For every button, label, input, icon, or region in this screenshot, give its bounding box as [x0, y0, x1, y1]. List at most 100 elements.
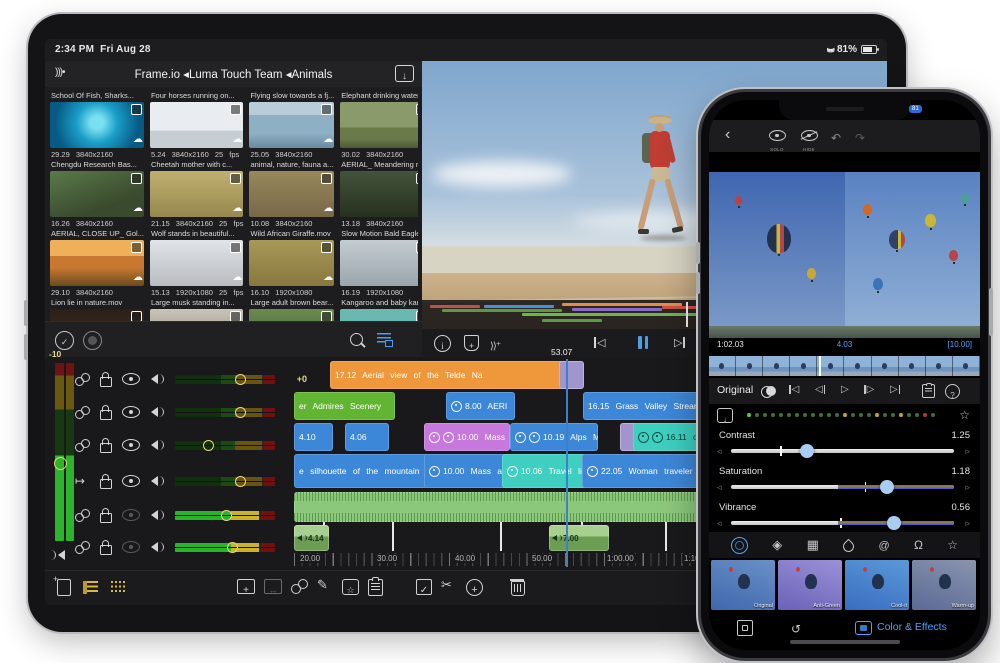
library-item[interactable]: Cheetah mother with c...21.15 3840x2160 … — [149, 158, 244, 228]
select-checkbox[interactable] — [230, 173, 242, 184]
filmstrip-playhead[interactable] — [819, 356, 821, 376]
slider-increment-icon[interactable]: ▹ — [965, 518, 970, 529]
clip-thumbnail[interactable] — [149, 102, 244, 148]
slider-decrement-icon[interactable]: ◃ — [717, 446, 722, 457]
speaker-icon[interactable] — [150, 439, 165, 451]
library-breadcrumb[interactable]: Frame.io ◂Luma Touch Team ◂Animals — [45, 67, 422, 81]
select-checkbox[interactable] — [130, 242, 142, 253]
filmstrip-scrubber[interactable] — [709, 356, 980, 376]
library-item[interactable]: Large musk standing in... — [149, 296, 244, 321]
edit-pencil-icon[interactable] — [317, 576, 328, 594]
select-checkbox[interactable] — [416, 104, 418, 115]
clip-thumbnail[interactable] — [149, 171, 244, 217]
preset-dot[interactable] — [907, 413, 911, 417]
select-checkbox[interactable] — [321, 104, 333, 115]
main-track-icon[interactable] — [75, 472, 90, 490]
lock-icon[interactable] — [100, 540, 112, 555]
record-icon[interactable] — [83, 331, 102, 350]
library-item[interactable]: animal, nature, fauna a...10.08 3840x216… — [249, 158, 335, 228]
library-item[interactable]: AERIAL, CLOSE UP_ Gol...29.10 3840x2160 — [50, 227, 144, 297]
lock-icon[interactable] — [100, 372, 112, 387]
clipboard-icon[interactable] — [368, 577, 383, 596]
clip-thumbnail[interactable] — [249, 309, 335, 321]
slider-thumb[interactable] — [880, 480, 895, 494]
play-button[interactable] — [841, 384, 849, 395]
volume-knob[interactable] — [203, 439, 214, 451]
preset-dot[interactable] — [891, 413, 895, 417]
select-checkbox[interactable] — [321, 173, 333, 184]
volume-knob[interactable] — [227, 541, 238, 553]
select-checkbox[interactable] — [230, 242, 242, 253]
clip-thumbnail[interactable] — [50, 102, 144, 148]
clipboard-icon[interactable] — [922, 382, 935, 398]
speaker-icon[interactable] — [150, 509, 165, 521]
reset-icon[interactable] — [791, 620, 801, 638]
skip-end-button[interactable] — [890, 384, 901, 395]
effects-preset-icon[interactable] — [342, 579, 359, 595]
preset-dot[interactable] — [923, 413, 927, 417]
clip-thumbnail[interactable] — [249, 240, 335, 286]
slider-thumb[interactable] — [800, 444, 815, 458]
track-meter[interactable] — [175, 475, 275, 487]
link-icon[interactable] — [75, 405, 90, 419]
volume-knob[interactable] — [235, 475, 246, 487]
library-item[interactable]: Slow Motion Bald Eagle...16.19 1920x1080 — [340, 227, 418, 297]
slider-decrement-icon[interactable]: ◃ — [717, 482, 722, 493]
select-checkbox[interactable] — [321, 311, 333, 321]
preset-dot[interactable] — [843, 413, 847, 417]
preset-dot[interactable] — [883, 413, 887, 417]
preset-dot-strip[interactable] — [709, 404, 980, 428]
preset-dot[interactable] — [763, 413, 767, 417]
speaker-icon[interactable] — [150, 373, 165, 385]
preset-dot[interactable] — [771, 413, 775, 417]
preset-dot[interactable] — [755, 413, 759, 417]
clip-thumbnail[interactable] — [50, 240, 144, 286]
library-item[interactable]: Four horses running on...5.24 3840x2160 … — [149, 89, 244, 159]
link-icon[interactable] — [75, 508, 90, 522]
multi-select-icon[interactable] — [55, 331, 74, 350]
split-scissors-icon[interactable] — [441, 576, 452, 594]
tab-favorites-icon[interactable] — [947, 536, 958, 554]
clip-thumbnail[interactable] — [149, 309, 244, 321]
track-meter[interactable] — [175, 541, 275, 553]
track-meter[interactable] — [175, 373, 275, 385]
library-item[interactable]: AERIAL_ Meandering riv...13.18 3840x2160 — [340, 158, 418, 228]
select-checkbox[interactable] — [321, 242, 333, 253]
search-icon[interactable] — [350, 333, 363, 346]
select-checkbox[interactable] — [416, 173, 418, 184]
preset-thumb[interactable]: Anti-Green — [778, 560, 842, 610]
library-item[interactable]: Lion lie in nature.mov — [50, 296, 144, 321]
iphone-home-indicator[interactable] — [789, 640, 900, 644]
add-icon[interactable] — [466, 579, 483, 596]
pause-button[interactable] — [638, 336, 648, 349]
link-icon[interactable] — [75, 540, 90, 554]
speaker-icon[interactable] — [150, 541, 165, 553]
preset-dot[interactable] — [915, 413, 919, 417]
select-checkbox[interactable] — [130, 104, 142, 115]
preset-dot[interactable] — [787, 413, 791, 417]
preset-dot[interactable] — [795, 413, 799, 417]
library-item[interactable]: Flying slow towards a fj...25.05 3840x21… — [249, 89, 335, 159]
download-icon[interactable] — [395, 65, 414, 82]
solo-toggle[interactable]: SOLO — [765, 128, 789, 152]
preset-dot[interactable] — [779, 413, 783, 417]
eye-icon[interactable] — [122, 475, 140, 487]
preset-dot[interactable] — [803, 413, 807, 417]
preset-dot[interactable] — [827, 413, 831, 417]
clip-thumbnail[interactable] — [340, 102, 418, 148]
preset-dot[interactable] — [875, 413, 879, 417]
eye-icon[interactable] — [122, 439, 140, 451]
clip-thumbnail[interactable] — [340, 309, 418, 321]
back-chevron-icon[interactable] — [725, 126, 730, 144]
preset-dot[interactable] — [835, 413, 839, 417]
select-checkbox[interactable] — [230, 104, 242, 115]
clip-thumbnail[interactable] — [340, 171, 418, 217]
preset-dot[interactable] — [747, 413, 751, 417]
sort-list-icon[interactable] — [377, 333, 393, 347]
library-item[interactable]: Wolf stands in beautiful...15.13 1920x10… — [149, 227, 244, 297]
track-size-icon[interactable] — [111, 581, 126, 594]
select-checkbox[interactable] — [416, 311, 418, 321]
tab-droplet-icon[interactable] — [840, 538, 857, 555]
eye-icon[interactable] — [122, 406, 140, 418]
import-preset-icon[interactable] — [717, 408, 733, 423]
